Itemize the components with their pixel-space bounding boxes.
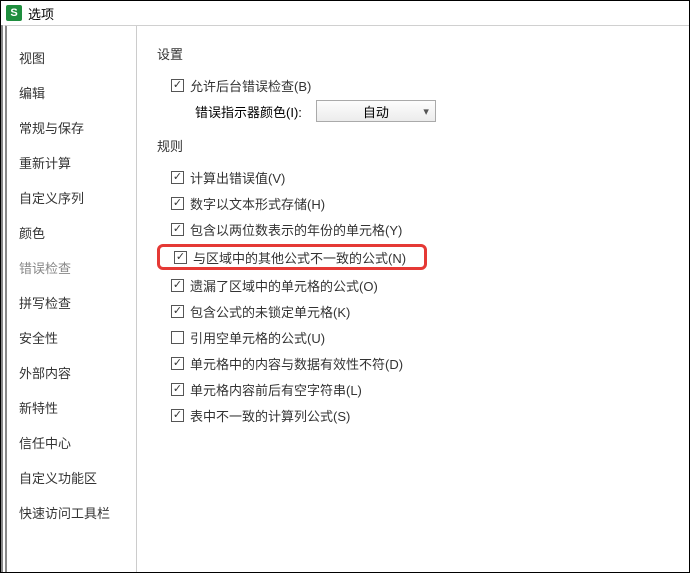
rule-row[interactable]: 包含以两位数表示的年份的单元格(Y) [157,218,669,240]
sidebar-item[interactable]: 快速访问工具栏 [7,495,136,530]
bg-check-row[interactable]: 允许后台错误检查(B) [157,74,669,96]
rule-row[interactable]: 表中不一致的计算列公式(S) [157,404,669,426]
rule-label: 计算出错误值(V) [190,168,285,187]
window-title: 选项 [28,4,54,23]
highlighted-rule[interactable]: 与区域中的其他公式不一致的公式(N) [157,244,427,270]
checkbox-icon[interactable] [171,171,184,184]
sidebar-item[interactable]: 视图 [7,40,136,75]
checkbox-icon[interactable] [171,279,184,292]
rule-label: 引用空单元格的公式(U) [190,328,325,347]
sidebar-item[interactable]: 新特性 [7,390,136,425]
sidebar-item[interactable]: 外部内容 [7,355,136,390]
rule-label: 包含以两位数表示的年份的单元格(Y) [190,220,402,239]
app-icon: S [6,5,22,21]
sidebar-item[interactable]: 错误检查 [7,250,136,285]
color-label: 错误指示器颜色(I): [195,102,302,121]
sidebar-item[interactable]: 自定义功能区 [7,460,136,495]
titlebar: S 选项 [1,1,689,25]
sidebar-item[interactable]: 颜色 [7,215,136,250]
sidebar-item[interactable]: 安全性 [7,320,136,355]
sidebar-item[interactable]: 自定义序列 [7,180,136,215]
rule-row[interactable]: 包含公式的未锁定单元格(K) [157,300,669,322]
sidebar-item[interactable]: 信任中心 [7,425,136,460]
rule-row[interactable]: 单元格中的内容与数据有效性不符(D) [157,352,669,374]
color-combo[interactable]: 自动 [316,100,436,122]
rule-label: 表中不一致的计算列公式(S) [190,406,350,425]
checkbox-icon[interactable] [171,79,184,92]
rule-row[interactable]: 引用空单元格的公式(U) [157,326,669,348]
main-panel: 设置 允许后台错误检查(B) 错误指示器颜色(I): 自动 规则 计算出错误值(… [137,26,689,572]
checkbox-icon[interactable] [171,197,184,210]
rule-label: 包含公式的未锁定单元格(K) [190,302,350,321]
rules-title: 规则 [157,136,669,156]
color-row: 错误指示器颜色(I): 自动 [157,100,669,122]
sidebar-item[interactable]: 拼写检查 [7,285,136,320]
checkbox-icon[interactable] [171,305,184,318]
checkbox-icon[interactable] [171,357,184,370]
checkbox-icon[interactable] [174,251,187,264]
body: 视图编辑常规与保存重新计算自定义序列颜色错误检查拼写检查安全性外部内容新特性信任… [1,25,689,572]
rule-row[interactable]: 单元格内容前后有空字符串(L) [157,378,669,400]
checkbox-icon[interactable] [171,223,184,236]
rules-section: 规则 计算出错误值(V) 数字以文本形式存储(H) 包含以两位数表示的年份的单元格(… [157,136,669,426]
checkbox-icon[interactable] [171,409,184,422]
checkbox-icon[interactable] [171,383,184,396]
rule-label: 与区域中的其他公式不一致的公式(N) [193,248,406,267]
rules-list: 计算出错误值(V) 数字以文本形式存储(H) 包含以两位数表示的年份的单元格(Y) 与… [157,166,669,426]
sidebar: 视图编辑常规与保存重新计算自定义序列颜色错误检查拼写检查安全性外部内容新特性信任… [7,26,137,572]
rule-label: 单元格中的内容与数据有效性不符(D) [190,354,403,373]
sidebar-item[interactable]: 重新计算 [7,145,136,180]
rule-label: 单元格内容前后有空字符串(L) [190,380,362,399]
bg-check-label: 允许后台错误检查(B) [190,76,311,95]
rule-row[interactable]: 计算出错误值(V) [157,166,669,188]
rule-row[interactable]: 数字以文本形式存储(H) [157,192,669,214]
settings-title: 设置 [157,44,669,64]
rule-row[interactable]: 遗漏了区域中的单元格的公式(O) [157,274,669,296]
checkbox-icon[interactable] [171,331,184,344]
sidebar-item[interactable]: 常规与保存 [7,110,136,145]
sidebar-item[interactable]: 编辑 [7,75,136,110]
color-combo-value: 自动 [363,102,389,121]
options-window: S 选项 视图编辑常规与保存重新计算自定义序列颜色错误检查拼写检查安全性外部内容… [0,0,690,573]
rule-label: 遗漏了区域中的单元格的公式(O) [190,276,378,295]
rule-label: 数字以文本形式存储(H) [190,194,325,213]
